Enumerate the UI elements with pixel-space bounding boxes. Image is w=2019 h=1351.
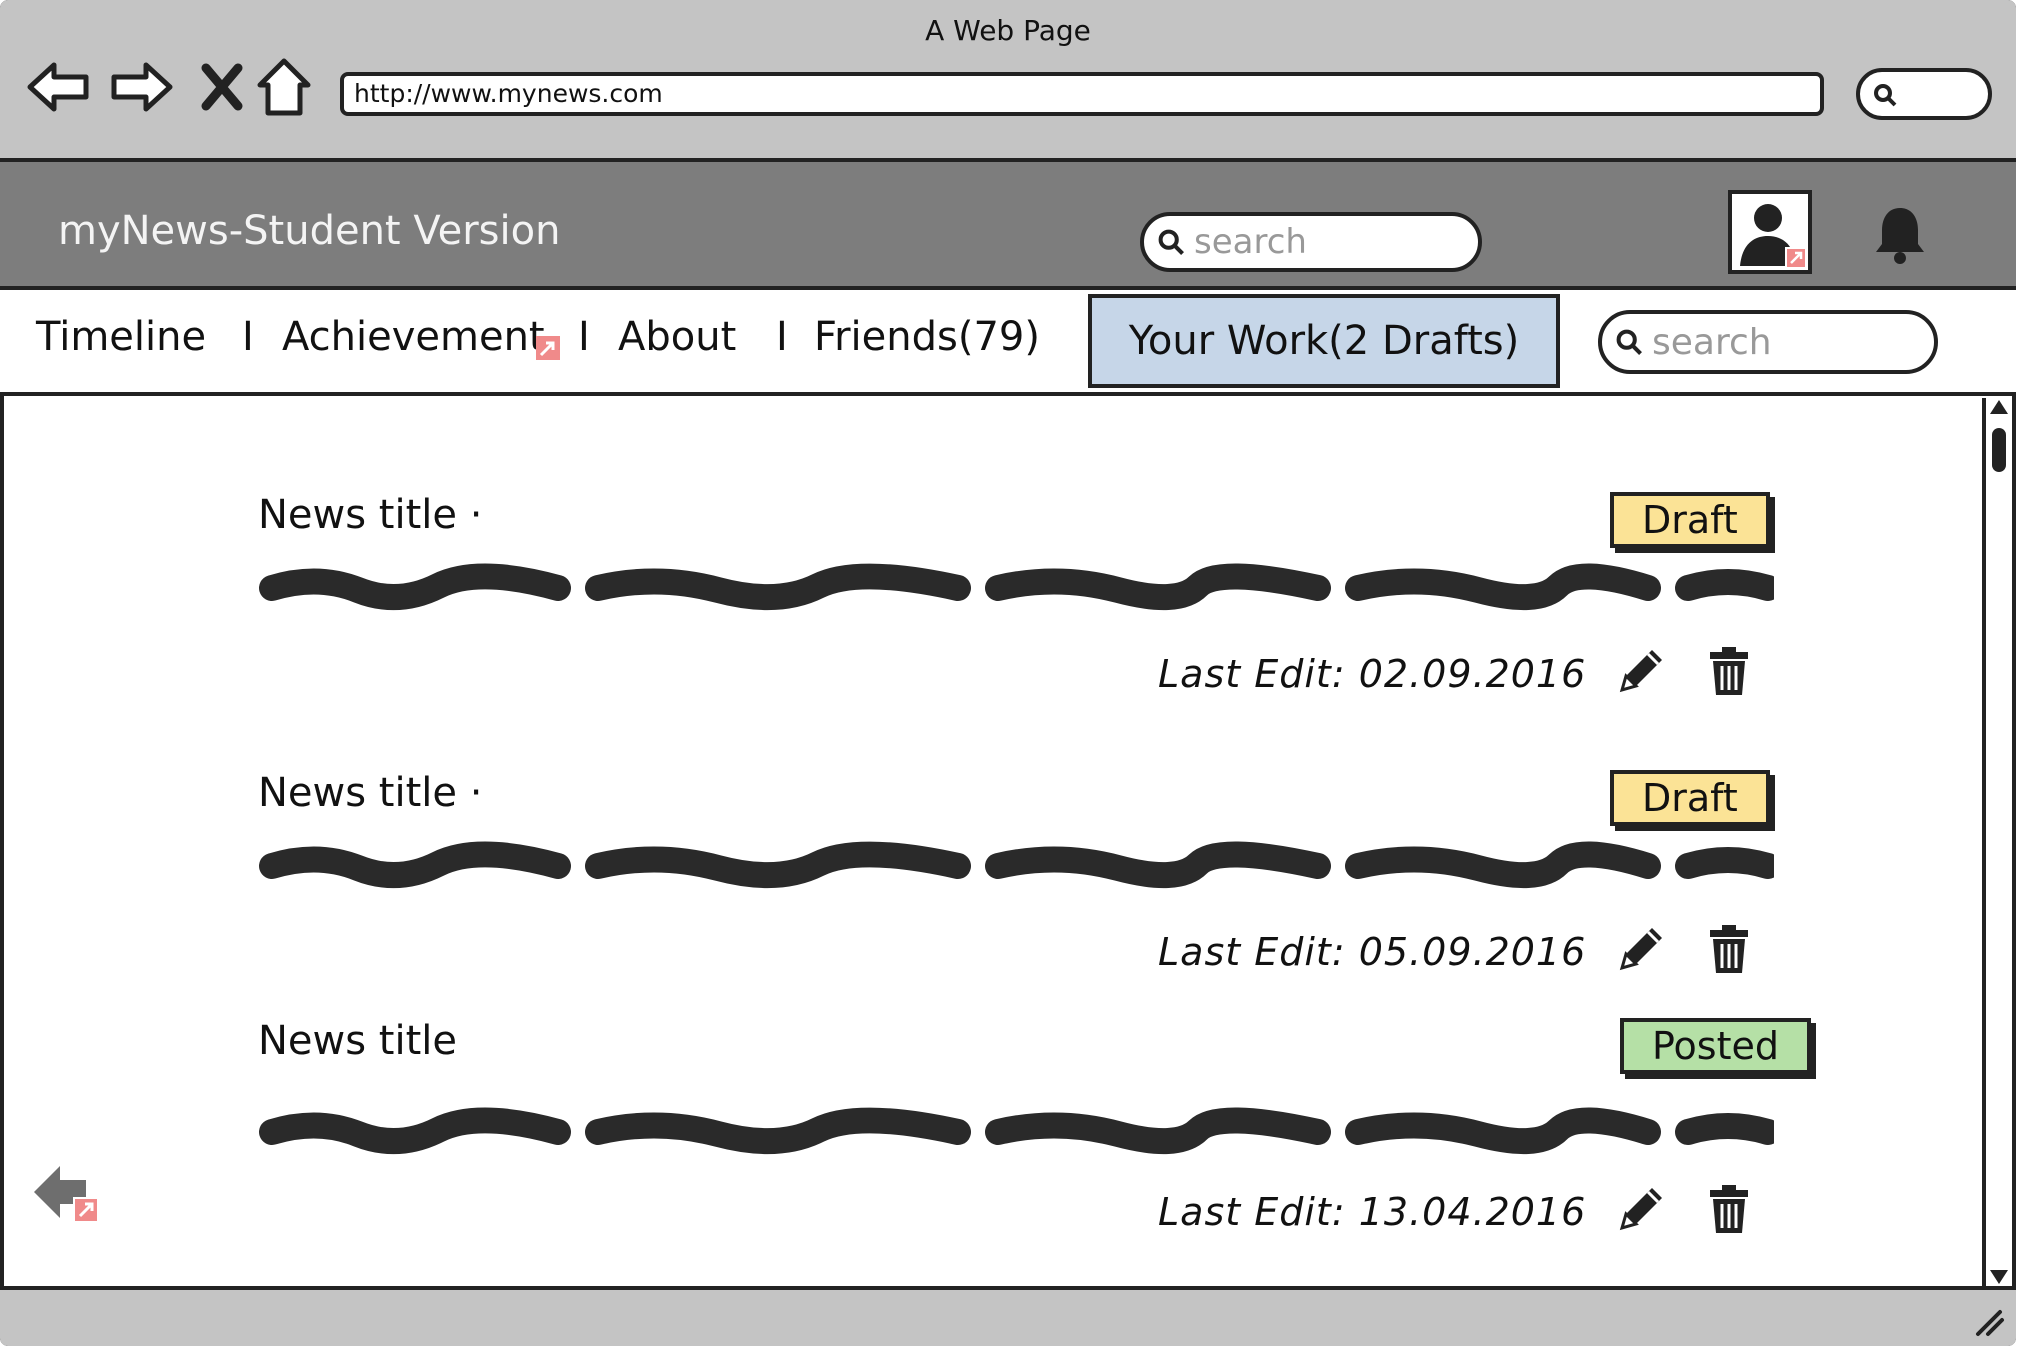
status-badge: Draft [1610,492,1770,548]
tab-timeline[interactable]: Timeline [36,314,206,360]
article-card: News title · Draft Last Edit: 02.09.2016 [258,492,1778,752]
tab-separator: I [776,314,788,360]
back-arrow-icon[interactable] [26,55,90,119]
tab-search-placeholder: search [1652,321,1772,363]
article-title[interactable]: News title [258,1018,457,1064]
status-badge: Posted [1620,1018,1812,1074]
forward-arrow-icon[interactable] [110,55,174,119]
status-badge: Draft [1610,770,1770,826]
search-icon [1616,329,1642,355]
tab-separator: I [242,314,254,360]
pencil-icon[interactable] [1614,644,1668,698]
scroll-up-arrow-icon[interactable] [1990,400,2008,414]
link-marker-icon [536,336,560,360]
tab-your-work[interactable]: Your Work(2 Drafts) [1088,294,1560,388]
tab-achievement-label: Achievement [282,314,545,360]
pencil-icon[interactable] [1614,1182,1668,1236]
vertical-scrollbar[interactable] [1982,398,2012,1286]
text-placeholder-scribble [259,563,1774,611]
tab-search-input[interactable]: search [1598,310,1938,374]
home-icon[interactable] [252,55,316,119]
tab-separator: I [578,314,590,360]
tab-about[interactable]: About [618,314,736,360]
browser-chrome: A Web Page http://www.mynews.com [0,0,2016,162]
header-search-placeholder: search [1194,222,1307,262]
avatar-icon[interactable] [1728,190,1812,274]
app-header: myNews-Student Version search [0,162,2016,290]
close-icon[interactable] [190,55,254,119]
pencil-icon[interactable] [1614,922,1668,976]
header-search-input[interactable]: search [1140,212,1482,272]
scroll-thumb[interactable] [1992,428,2006,472]
search-icon [1158,229,1184,255]
tab-achievement[interactable]: Achievement [282,314,560,360]
article-title[interactable]: News title · [258,492,482,538]
tab-friends[interactable]: Friends(79) [814,314,1040,360]
article-card: News title · Draft Last Edit: 05.09.2016 [258,770,1778,1030]
text-placeholder-scribble [259,1107,1774,1155]
window-title: A Web Page [925,14,1091,47]
back-arrow-icon[interactable] [30,1158,100,1228]
app-title: myNews-Student Version [58,208,561,254]
last-edit-date: Last Edit: 02.09.2016 [1158,652,1587,696]
profile-tabs: Timeline I Achievement I About I Friends… [0,290,2016,396]
search-icon [1874,84,1897,107]
browser-search-field[interactable] [1856,68,1992,120]
work-list: News title · Draft Last Edit: 02.09.2016… [0,396,1980,1286]
last-edit-date: Last Edit: 13.04.2016 [1158,1190,1587,1234]
trash-icon[interactable] [1702,922,1756,976]
resize-grip-icon[interactable] [1972,1308,2006,1338]
article-title[interactable]: News title · [258,770,482,816]
last-edit-date: Last Edit: 05.09.2016 [1158,930,1587,974]
bell-icon[interactable] [1868,202,1932,266]
url-bar[interactable]: http://www.mynews.com [340,72,1824,116]
status-bar [0,1286,2016,1346]
trash-icon[interactable] [1702,644,1756,698]
article-card: News title Posted Last Edit: 13.04.2016 [258,1018,1812,1278]
scroll-down-arrow-icon[interactable] [1990,1270,2008,1284]
text-placeholder-scribble [259,841,1774,889]
trash-icon[interactable] [1702,1182,1756,1236]
